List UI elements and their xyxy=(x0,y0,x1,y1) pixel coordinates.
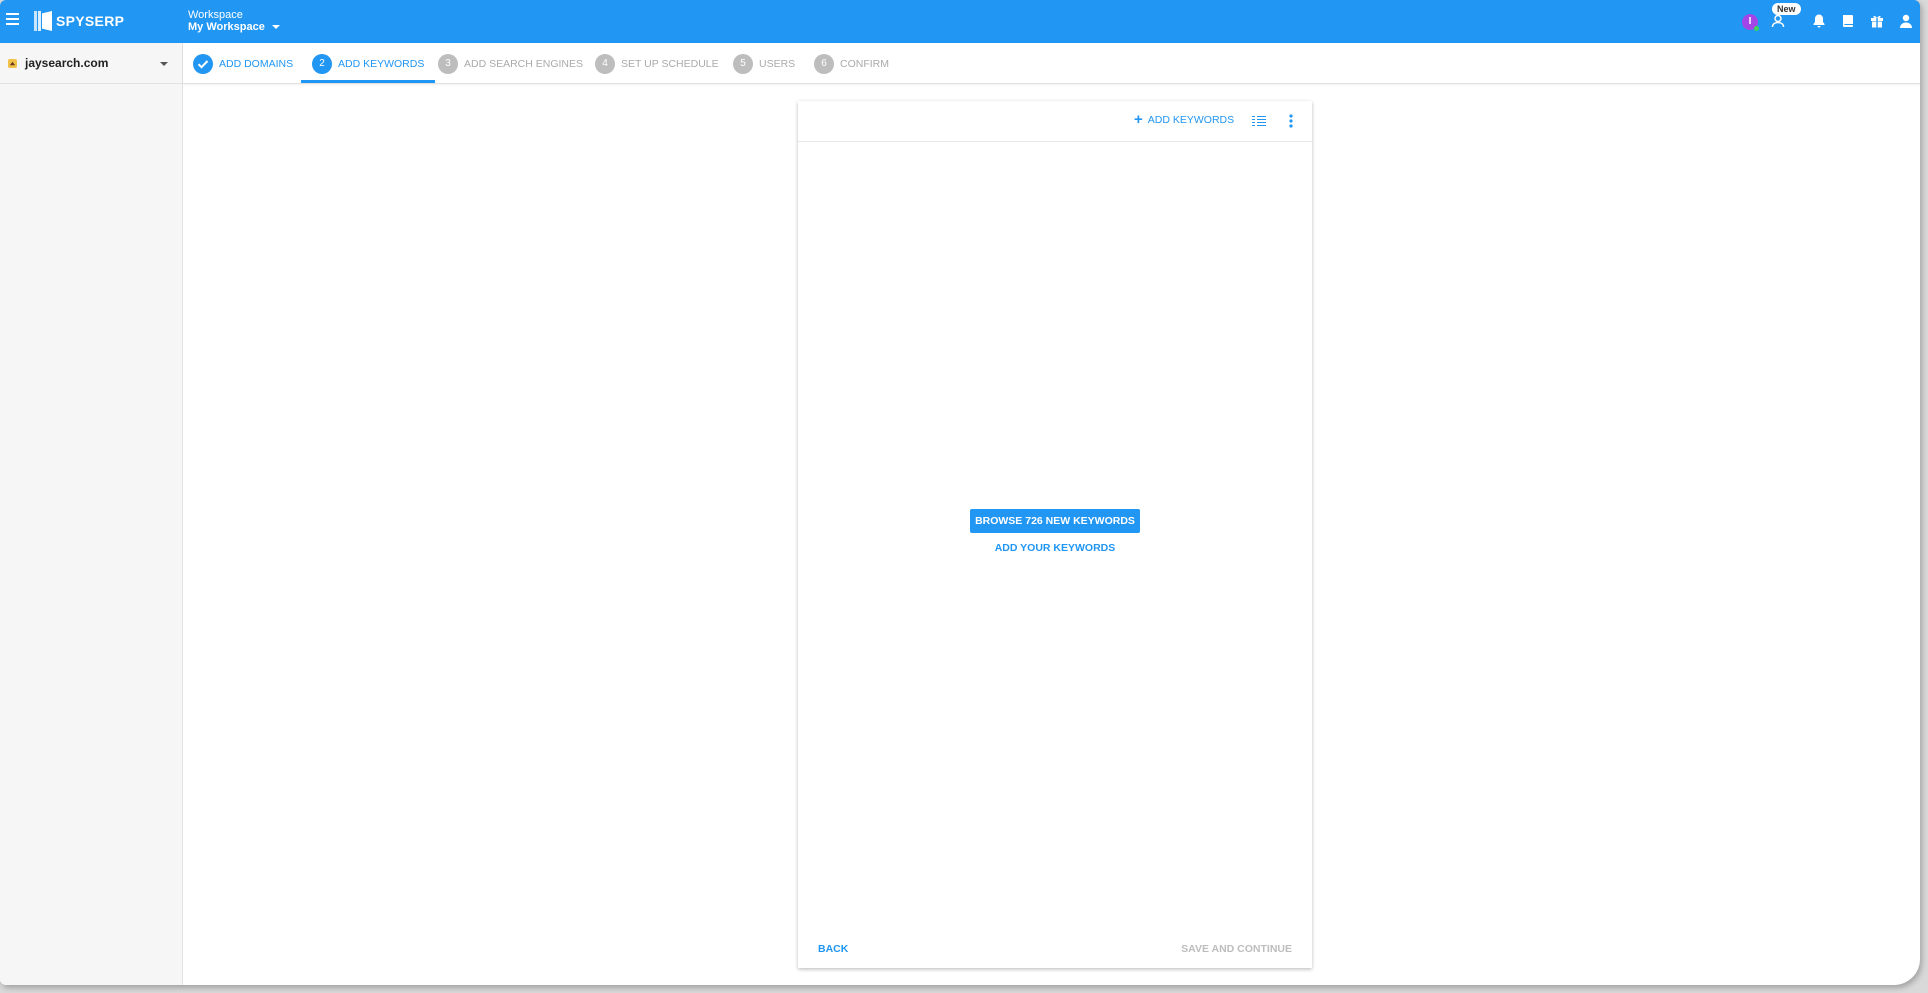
workspace-selector[interactable]: Workspace My Workspace xyxy=(188,9,280,33)
setup-stepper: ADD DOMAINS 2 ADD KEYWORDS 3 ADD SEARCH … xyxy=(183,43,1920,84)
step-number: 6 xyxy=(814,53,834,74)
chevron-down-icon xyxy=(271,25,280,29)
site-selector[interactable]: jaysearch.com xyxy=(0,43,182,84)
account-icon[interactable] xyxy=(1898,13,1914,29)
users-new-icon[interactable] xyxy=(1771,13,1787,29)
step-label: ADD DOMAINS xyxy=(219,57,294,70)
save-and-continue-button[interactable]: SAVE AND CONTINUE xyxy=(1181,943,1292,955)
gift-icon[interactable] xyxy=(1869,13,1885,29)
workspace-label: Workspace xyxy=(188,9,243,21)
add-keywords-button[interactable]: + ADD KEYWORDS xyxy=(1134,111,1235,128)
step-set-up-schedule[interactable]: 4 SET UP SCHEDULE xyxy=(595,43,719,84)
workspace-name: My Workspace xyxy=(188,21,265,33)
step-number: 2 xyxy=(312,53,332,74)
step-number: 5 xyxy=(733,53,753,74)
more-vertical-icon[interactable] xyxy=(1289,114,1293,128)
list-view-icon[interactable] xyxy=(1252,115,1266,127)
user-avatar[interactable]: I xyxy=(1742,14,1759,31)
step-users[interactable]: 5 USERS xyxy=(733,43,795,84)
keywords-card: + ADD KEYWORDS BROWSE 726 NEW KEYWORDS A… xyxy=(798,101,1312,968)
logo-icon xyxy=(34,11,52,31)
step-label: USERS xyxy=(759,57,796,70)
step-label: ADD SEARCH ENGINES xyxy=(464,57,584,70)
app-window: SPYSERP Workspace My Workspace I New jay… xyxy=(0,0,1920,985)
add-keywords-label: ADD KEYWORDS xyxy=(1147,114,1235,126)
sidebar: jaysearch.com xyxy=(0,43,183,985)
logo[interactable]: SPYSERP xyxy=(34,11,124,31)
add-your-keywords-link[interactable]: ADD YOUR KEYWORDS xyxy=(798,542,1312,554)
add-your-keywords-label: ADD YOUR KEYWORDS xyxy=(994,542,1116,554)
step-add-search-engines[interactable]: 3 ADD SEARCH ENGINES xyxy=(438,43,583,84)
step-label: SET UP SCHEDULE xyxy=(621,57,719,70)
check-icon xyxy=(193,53,213,74)
card-toolbar: + ADD KEYWORDS xyxy=(798,101,1312,142)
back-button[interactable]: BACK xyxy=(818,943,848,955)
new-badge: New xyxy=(1772,3,1801,15)
step-confirm[interactable]: 6 CONFIRM xyxy=(814,43,889,84)
top-bar: SPYSERP Workspace My Workspace I New xyxy=(0,0,1920,43)
step-add-domains[interactable]: ADD DOMAINS xyxy=(193,43,293,84)
bell-icon[interactable] xyxy=(1811,13,1827,29)
menu-icon[interactable] xyxy=(6,13,19,25)
site-favicon-icon xyxy=(8,58,17,68)
step-label: ADD KEYWORDS xyxy=(338,57,425,70)
browse-new-keywords-button[interactable]: BROWSE 726 NEW KEYWORDS xyxy=(970,509,1140,533)
plus-icon: + xyxy=(1134,111,1143,128)
step-label: CONFIRM xyxy=(840,57,889,70)
step-number: 3 xyxy=(438,53,458,74)
step-number: 4 xyxy=(595,53,615,74)
logo-text: SPYSERP xyxy=(56,13,125,29)
site-name: jaysearch.com xyxy=(25,56,109,70)
chevron-down-icon[interactable] xyxy=(160,62,168,66)
step-add-keywords[interactable]: 2 ADD KEYWORDS xyxy=(300,43,436,84)
book-icon[interactable] xyxy=(1840,13,1856,29)
